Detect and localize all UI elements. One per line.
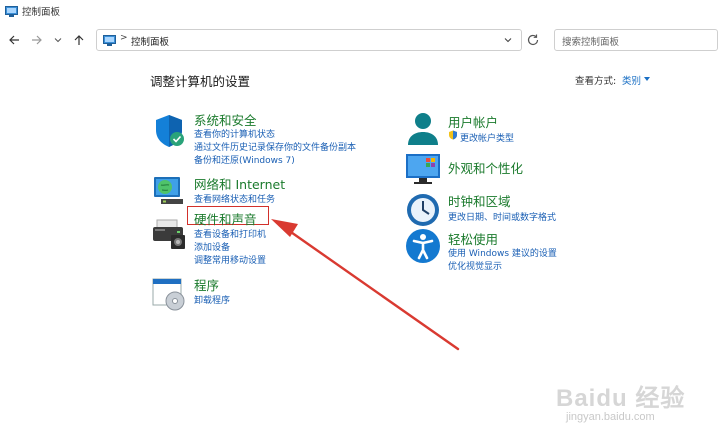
watermark-brand: Baidu 经验 bbox=[556, 385, 686, 412]
link-mobility-settings[interactable]: 调整常用移动设置 bbox=[194, 253, 266, 266]
refresh-icon[interactable] bbox=[525, 32, 541, 48]
printer-icon[interactable] bbox=[151, 217, 187, 253]
category-network-internet[interactable]: 网络和 Internet bbox=[194, 174, 285, 193]
shield-icon[interactable] bbox=[151, 113, 187, 149]
control-panel-icon bbox=[5, 6, 18, 17]
baidu-watermark-logo: Baidu 经验 jingyan.baidu.com bbox=[556, 378, 686, 423]
link-add-device[interactable]: 添加设备 bbox=[194, 240, 230, 253]
back-arrow-icon[interactable] bbox=[6, 32, 22, 48]
programs-icon[interactable] bbox=[151, 276, 187, 312]
breadcrumb-separator-icon: > bbox=[120, 33, 128, 43]
navigation-bar: > 控制面板 搜索控制面板 bbox=[0, 24, 724, 56]
window-title: 控制面板 bbox=[22, 7, 61, 18]
view-by-label: 查看方式: bbox=[575, 76, 617, 87]
control-panel-icon bbox=[103, 35, 116, 46]
recent-locations-icon[interactable] bbox=[50, 32, 66, 48]
uac-shield-icon bbox=[449, 130, 457, 140]
watermark-url: jingyan.baidu.com bbox=[566, 411, 655, 423]
clock-globe-icon[interactable] bbox=[405, 192, 441, 228]
link-backup-restore[interactable]: 备份和还原(Windows 7) bbox=[194, 153, 295, 166]
category-appearance[interactable]: 外观和个性化 bbox=[448, 158, 523, 177]
category-programs[interactable]: 程序 bbox=[194, 275, 219, 294]
breadcrumb[interactable]: 控制面板 bbox=[131, 34, 169, 48]
accessibility-icon[interactable] bbox=[405, 228, 441, 264]
chevron-down-icon[interactable] bbox=[503, 35, 513, 45]
annotation-arrow bbox=[271, 219, 460, 351]
link-view-computer-status[interactable]: 查看你的计算机状态 bbox=[194, 127, 275, 140]
link-date-time-format[interactable]: 更改日期、时间或数字格式 bbox=[448, 210, 556, 223]
category-user-accounts[interactable]: 用户帐户 bbox=[448, 112, 498, 131]
title-bar: 控制面板 bbox=[0, 0, 724, 24]
category-hardware-sound[interactable]: 硬件和声音 bbox=[194, 209, 257, 228]
search-placeholder: 搜索控制面板 bbox=[562, 37, 620, 48]
link-file-history-backup[interactable]: 通过文件历史记录保存你的文件备份副本 bbox=[194, 140, 356, 153]
network-globe-icon[interactable] bbox=[151, 173, 187, 209]
up-arrow-icon[interactable] bbox=[71, 32, 87, 48]
chevron-down-icon[interactable] bbox=[644, 77, 650, 81]
view-by-dropdown[interactable]: 类别 bbox=[622, 73, 641, 87]
monitor-personalization-icon[interactable] bbox=[405, 151, 441, 187]
link-uninstall-program[interactable]: 卸载程序 bbox=[194, 293, 230, 306]
search-input[interactable]: 搜索控制面板 bbox=[554, 29, 718, 51]
link-optimize-display[interactable]: 优化视觉显示 bbox=[448, 259, 502, 272]
link-change-account-type[interactable]: 更改帐户类型 bbox=[460, 131, 514, 144]
address-bar[interactable]: > 控制面板 bbox=[96, 29, 522, 51]
link-windows-recommended[interactable]: 使用 Windows 建议的设置 bbox=[448, 246, 557, 259]
link-devices-printers[interactable]: 查看设备和打印机 bbox=[194, 227, 266, 240]
category-clock-region[interactable]: 时钟和区域 bbox=[448, 191, 511, 210]
page-title: 调整计算机的设置 bbox=[150, 74, 251, 89]
user-account-icon[interactable] bbox=[405, 111, 441, 147]
forward-arrow-icon[interactable] bbox=[29, 32, 45, 48]
link-network-status[interactable]: 查看网络状态和任务 bbox=[194, 192, 275, 205]
